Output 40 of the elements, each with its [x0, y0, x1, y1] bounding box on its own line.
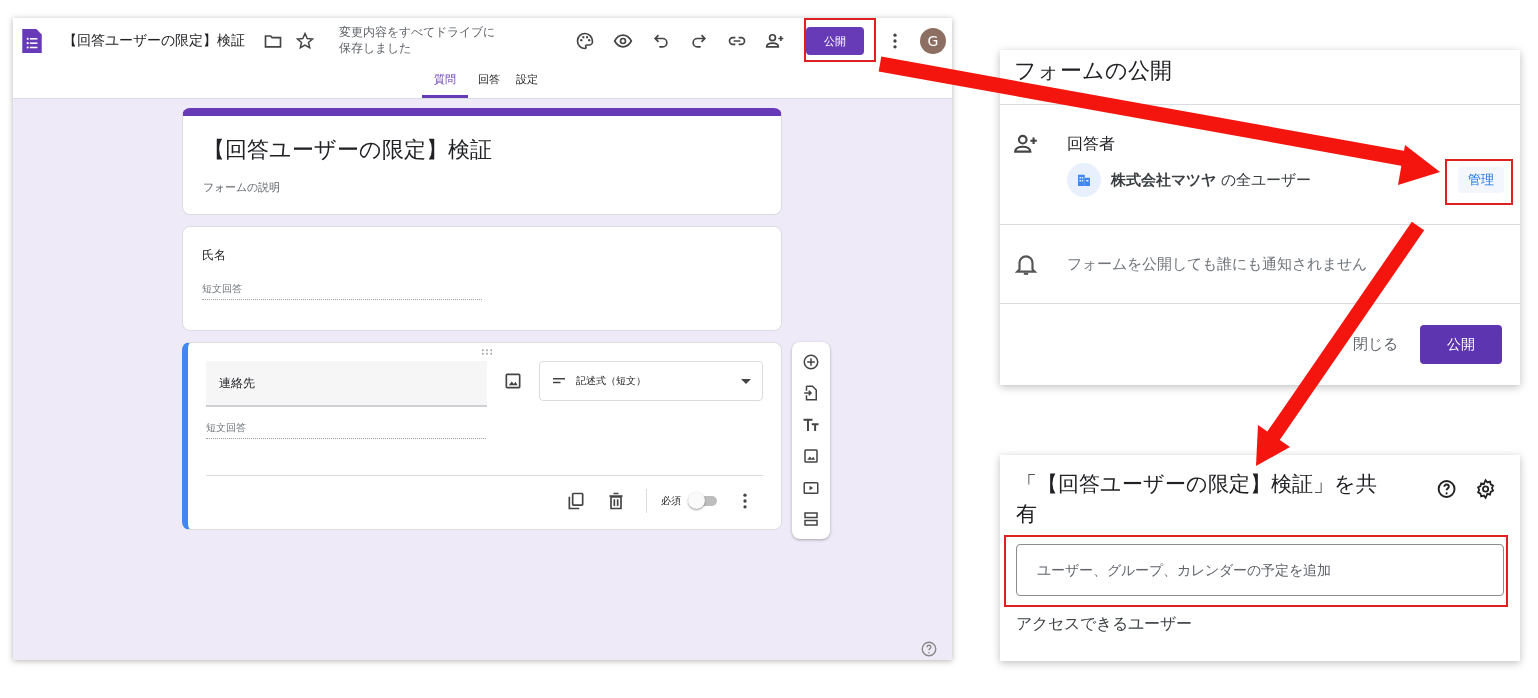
add-person-icon[interactable] — [765, 31, 785, 51]
publish-button[interactable]: 公開 — [1420, 325, 1502, 364]
avatar[interactable]: G — [920, 28, 946, 54]
help-icon[interactable] — [1435, 478, 1457, 500]
access-heading: アクセスできるユーザー — [1016, 613, 1193, 635]
dialog-title: フォームの公開 — [1000, 50, 1520, 105]
save-status: 変更内容をすべてドライブに保存しました — [339, 25, 495, 57]
notice-text: フォームを公開しても誰にも通知されません — [1067, 254, 1367, 274]
section-icon[interactable] — [801, 510, 820, 529]
highlight-frame — [804, 18, 876, 62]
question-title-field[interactable]: 連絡先 — [205, 361, 487, 407]
form-title[interactable]: 【回答ユーザーの限定】検証 — [63, 32, 245, 50]
required-label: 必須 — [660, 494, 681, 508]
building-icon — [1067, 163, 1101, 197]
audience-text: 株式会社マツヤ の全ユーザー — [1111, 170, 1311, 190]
eye-icon[interactable] — [613, 31, 633, 51]
short-answer-field: 短文回答 — [205, 421, 486, 439]
tab[interactable]: 設定 — [509, 64, 544, 98]
close-button[interactable]: 閉じる — [1347, 334, 1404, 355]
add-people-field[interactable]: ユーザー、グループ、カレンダーの予定を追加 — [1016, 543, 1504, 596]
short-answer-field: 短文回答 — [201, 282, 482, 300]
star-icon[interactable] — [295, 31, 315, 51]
caret-icon — [739, 377, 752, 385]
image-icon[interactable] — [801, 447, 820, 466]
respondents-label: 回答者 — [1067, 133, 1116, 155]
settings-icon[interactable] — [1474, 478, 1496, 500]
dialog-title: 「【回答ユーザーの限定】検証」を共有 — [1016, 471, 1378, 529]
question-type-dropdown[interactable]: 記述式（短文） — [538, 361, 763, 401]
palette-icon[interactable] — [575, 31, 595, 51]
highlight-frame — [1445, 159, 1513, 205]
import-icon[interactable] — [801, 384, 820, 403]
question-title: 氏名 — [201, 247, 227, 264]
tab[interactable]: 回答 — [471, 64, 506, 98]
add-circle-icon[interactable] — [801, 352, 820, 371]
publish-button[interactable]: 公開 — [806, 27, 864, 55]
form-heading[interactable]: 【回答ユーザーの限定】検証 — [202, 135, 761, 165]
type-label: 記述式（短文） — [575, 374, 647, 388]
drag-handle-icon[interactable] — [479, 348, 494, 356]
manage-button[interactable]: 管理 — [1458, 167, 1504, 193]
description-field[interactable]: フォームの説明 — [202, 180, 761, 195]
